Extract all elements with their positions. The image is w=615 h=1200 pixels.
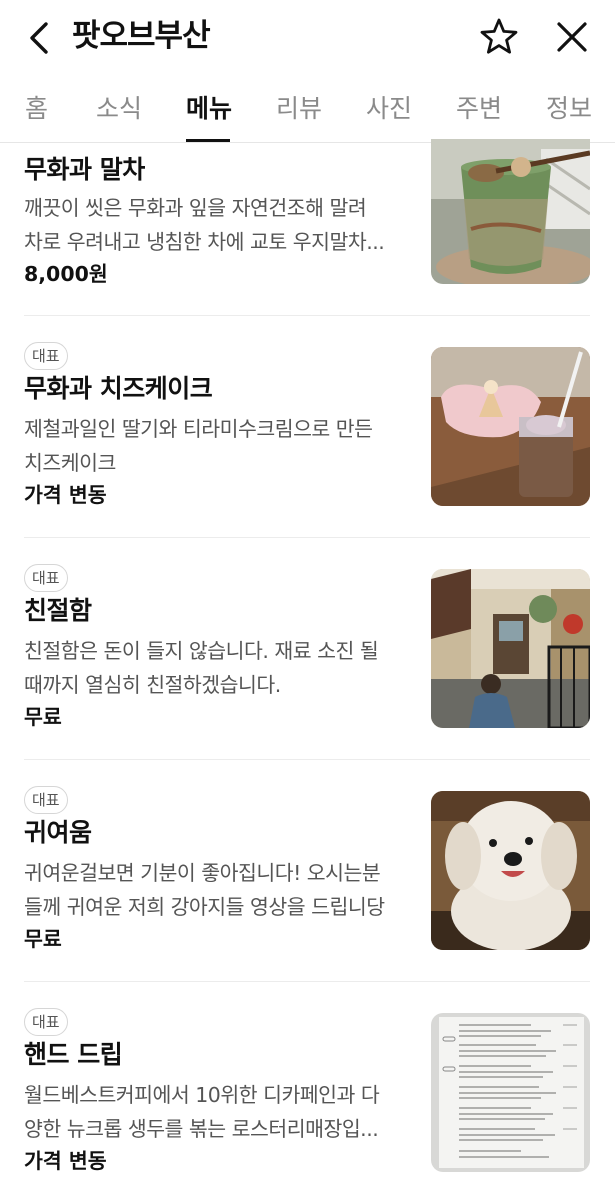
menu-item[interactable]: 대표 귀여움 귀여운걸보면 기분이 좋아집니다! 오시는분 들께 귀여운 저희 … [0, 760, 615, 981]
menu-item-description-line: 깨끗이 씻은 무화과 잎을 자연건조해 말려 [24, 196, 367, 220]
menu-item-description: 친절함은 돈이 들지 않습니다. 재료 소진 될 때까지 열심히 친절하겠습니다… [24, 634, 404, 702]
menu-item-name: 핸드 드립 [24, 1040, 123, 1069]
cafe-storefront-image [431, 569, 590, 728]
menu-item-price: 가격 변동 [24, 483, 107, 507]
puppy-image [431, 791, 590, 950]
menu-item-name: 무화과 말차 [24, 155, 145, 184]
tab-news[interactable]: 소식 [96, 92, 142, 126]
menu-item-price: 무료 [24, 705, 62, 729]
menu-item-description-line: 귀여운걸보면 기분이 좋아집니다! 오시는분 [24, 861, 381, 885]
menu-item-photo[interactable] [431, 569, 590, 728]
menu-item-name: 귀여움 [24, 818, 92, 847]
page-title: 팟오브부산 [72, 18, 211, 54]
tab-nearby[interactable]: 주변 [456, 92, 502, 126]
menu-item-description-line: 양한 뉴크롭 생두를 볶는 로스터리매장입... [24, 1117, 379, 1141]
cheesecake-image [431, 347, 590, 506]
menu-item-price: 무료 [24, 927, 62, 951]
menu-item-description-line: 차로 우려내고 냉침한 차에 교토 우지말차... [24, 230, 385, 254]
coffee-menu-sheet-image [431, 1013, 590, 1172]
menu-item-photo[interactable] [431, 791, 590, 950]
matcha-drink-image [431, 139, 590, 284]
signature-badge: 대표 [24, 786, 68, 814]
menu-item-description: 깨끗이 씻은 무화과 잎을 자연건조해 말려 차로 우려내고 냉침한 차에 교토… [24, 191, 404, 259]
menu-item-photo[interactable] [431, 139, 590, 284]
menu-item-description-line: 친절함은 돈이 들지 않습니다. 재료 소진 될 [24, 639, 379, 663]
star-outline-icon [480, 18, 518, 54]
menu-item[interactable]: 대표 친절함 친절함은 돈이 들지 않습니다. 재료 소진 될 때까지 열심히 … [0, 538, 615, 759]
tab-reviews[interactable]: 리뷰 [276, 92, 322, 126]
menu-item-description-line: 때까지 열심히 친절하겠습니다. [24, 673, 281, 697]
menu-item[interactable]: 무화과 말차 깨끗이 씻은 무화과 잎을 자연건조해 말려 차로 우려내고 냉침… [0, 139, 615, 315]
menu-item[interactable]: 대표 무화과 치즈케이크 제철과일인 딸기와 티라미수크림으로 만든 치즈케이크… [0, 316, 615, 537]
menu-item-price: 가격 변동 [24, 1149, 107, 1173]
tab-info[interactable]: 정보 [546, 92, 592, 126]
menu-item-name: 친절함 [24, 596, 92, 625]
tab-photos[interactable]: 사진 [366, 92, 412, 126]
menu-item-description-line: 제철과일인 딸기와 티라미수크림으로 만든 [24, 417, 373, 441]
menu-item-price: 8,000원 [24, 262, 108, 286]
signature-badge: 대표 [24, 564, 68, 592]
signature-badge: 대표 [24, 342, 68, 370]
menu-item-photo[interactable] [431, 347, 590, 506]
tab-bar: 홈 소식 메뉴 리뷰 사진 주변 정보 [0, 76, 615, 143]
menu-item-description-line: 치즈케이크 [24, 451, 116, 475]
menu-item[interactable]: 대표 핸드 드립 월드베스트커피에서 10위한 디카페인과 다 양한 뉴크롭 생… [0, 982, 615, 1200]
tab-home[interactable]: 홈 [25, 92, 48, 126]
menu-item-photo[interactable] [431, 1013, 590, 1172]
close-button[interactable] [553, 17, 591, 57]
app-header: 팟오브부산 [0, 0, 615, 76]
tab-menu[interactable]: 메뉴 [186, 92, 232, 126]
menu-item-description: 귀여운걸보면 기분이 좋아집니다! 오시는분 들께 귀여운 저희 강아지들 영상… [24, 856, 404, 924]
menu-item-description: 제철과일인 딸기와 티라미수크림으로 만든 치즈케이크 [24, 412, 404, 480]
menu-item-description-line: 들께 귀여운 저희 강아지들 영상을 드립니당 [24, 895, 385, 919]
favorite-button[interactable] [478, 16, 520, 58]
menu-item-description: 월드베스트커피에서 10위한 디카페인과 다 양한 뉴크롭 생두를 볶는 로스터… [24, 1078, 404, 1146]
back-button[interactable] [22, 16, 58, 60]
chevron-left-icon [30, 22, 48, 54]
active-tab-indicator [186, 139, 230, 142]
menu-item-name: 무화과 치즈케이크 [24, 374, 213, 403]
signature-badge: 대표 [24, 1008, 68, 1036]
close-icon [557, 22, 587, 52]
menu-item-description-line: 월드베스트커피에서 10위한 디카페인과 다 [24, 1083, 380, 1107]
